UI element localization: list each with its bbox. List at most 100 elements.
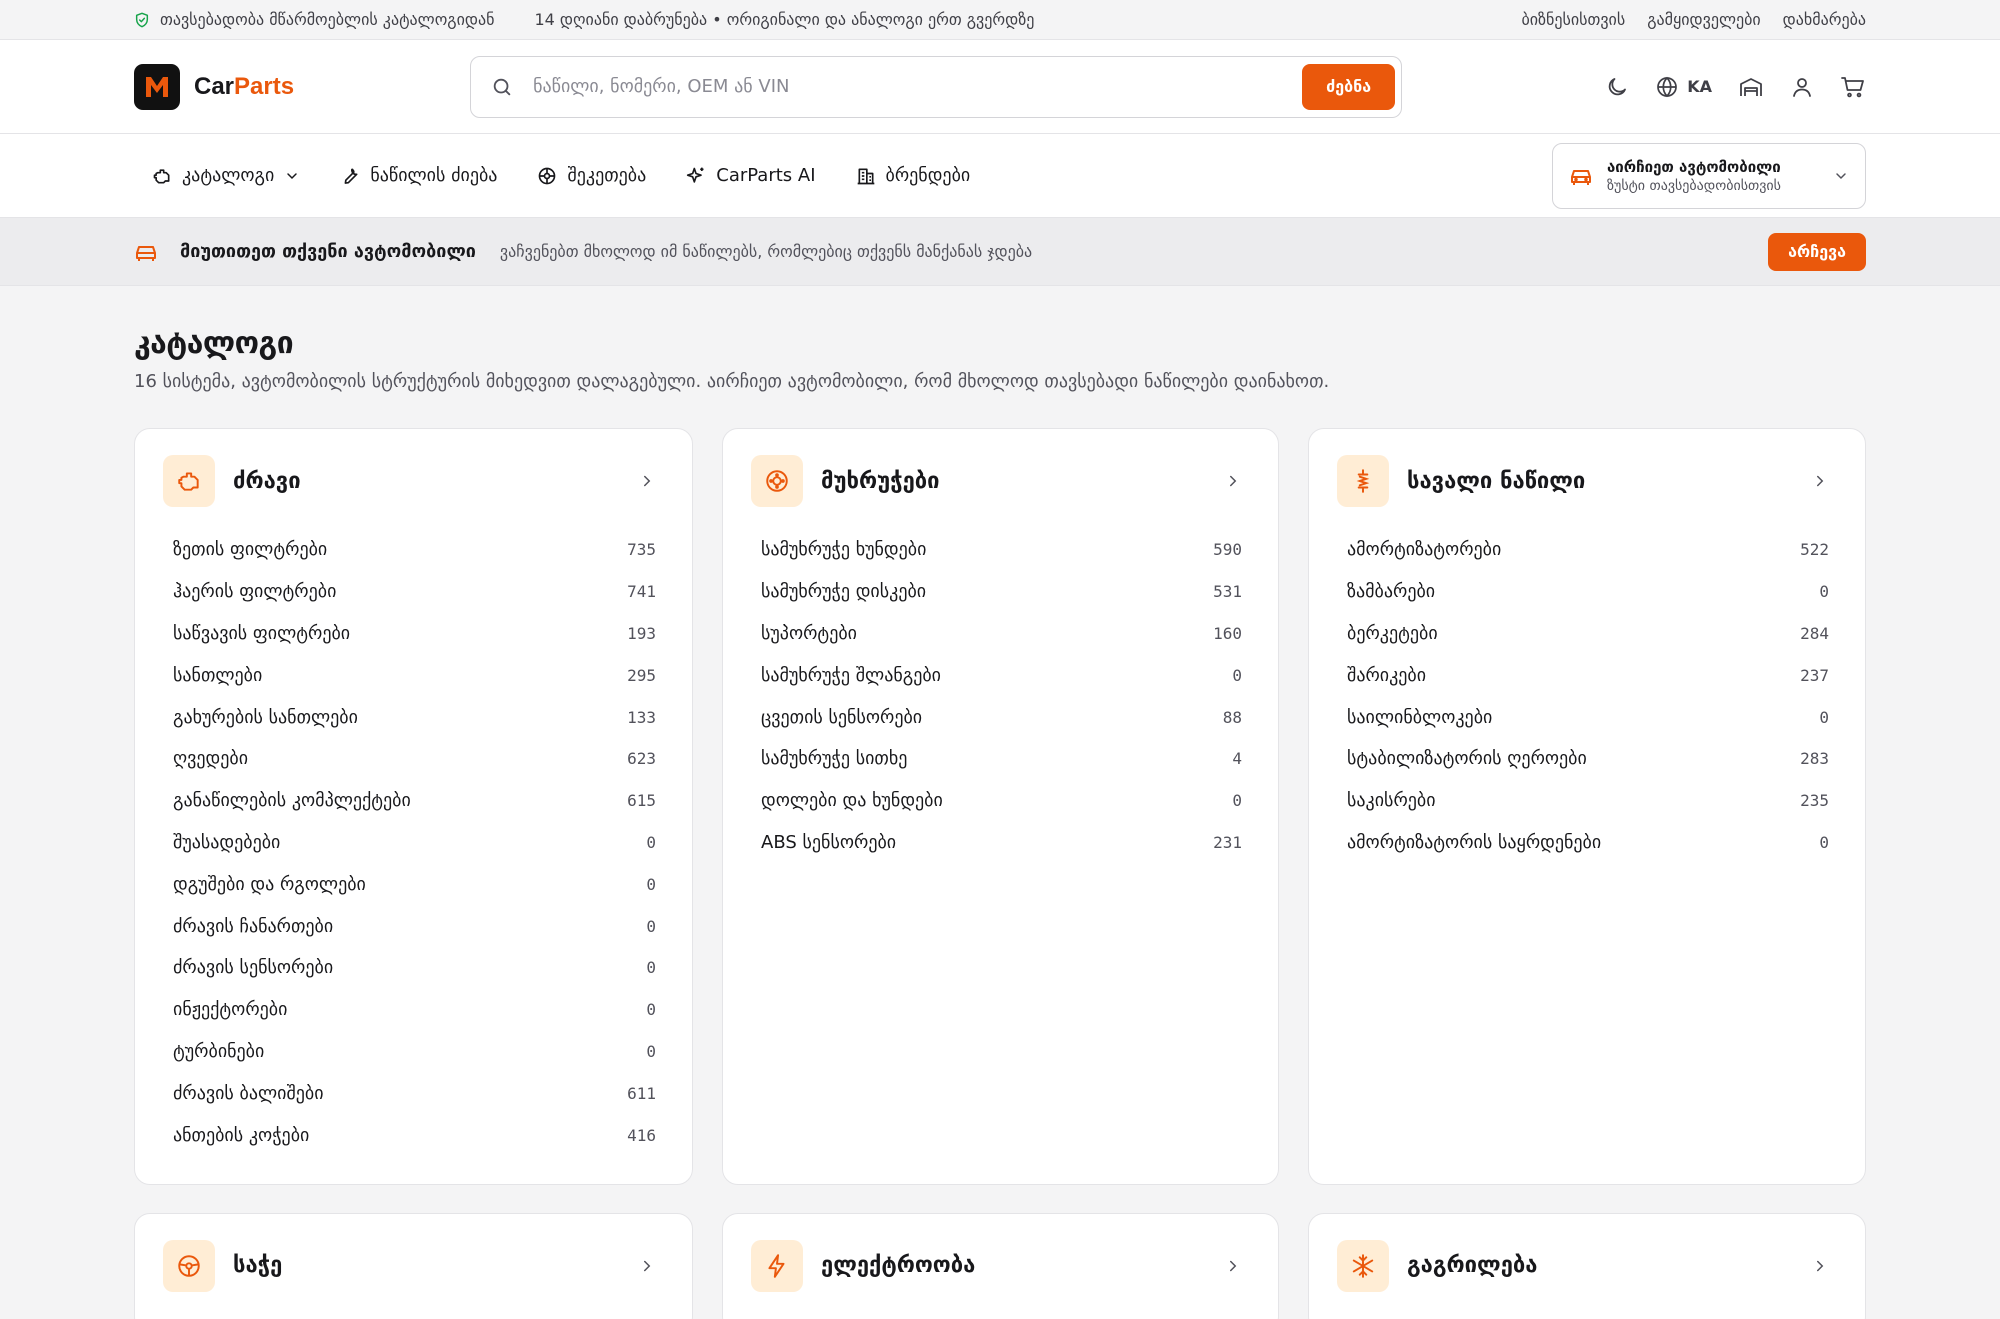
subcategory-item[interactable]: დოლები და ხუნდები 0	[751, 780, 1250, 822]
logo-mark-icon	[134, 63, 180, 110]
brake-disc-icon	[751, 455, 803, 507]
sparkle-icon	[686, 166, 706, 186]
subcategory-count: 0	[646, 916, 656, 936]
subcategory-count: 615	[627, 791, 656, 811]
subcategory-name: სამუხრუჭე დისკები	[761, 581, 927, 603]
nav-catalog-label: კატალოგი	[182, 165, 275, 186]
logo-text: CarParts	[194, 72, 295, 100]
subcategory-item[interactable]: სამუხრუჭე ხუნდები 590	[751, 529, 1250, 571]
subcategory-count: 0	[1819, 707, 1829, 727]
building-icon	[856, 166, 876, 186]
subcategory-count: 590	[1213, 540, 1242, 560]
subcategory-item[interactable]: საწვავის ფილტრები 193	[163, 613, 664, 655]
chevron-right-icon[interactable]	[638, 472, 656, 490]
category-card-electrical[interactable]: ელექტროობა	[722, 1212, 1279, 1319]
subcategory-item[interactable]: ინჟექტორები 0	[163, 989, 664, 1031]
subcategory-item[interactable]: გახურების სანთლები 133	[163, 696, 664, 738]
subcategory-item[interactable]: ბერკეტები 284	[1337, 613, 1837, 655]
subcategory-name: ზეთის ფილტრები	[173, 539, 328, 561]
subcategory-item[interactable]: შარიკები 237	[1337, 654, 1837, 696]
subcategory-count: 416	[627, 1125, 656, 1145]
subcategory-item[interactable]: ცვეთის სენსორები 88	[751, 696, 1250, 738]
category-card-steering[interactable]: საჭე	[134, 1212, 693, 1319]
link-sellers[interactable]: გამყიდველები	[1647, 10, 1760, 29]
subcategory-item[interactable]: საკისრები 235	[1337, 780, 1837, 822]
category-title: გაგრილება	[1407, 1253, 1538, 1279]
subcategory-item[interactable]: ძრავის ჩანართები 0	[163, 905, 664, 947]
subcategory-item[interactable]: სამუხრუჭე დისკები 531	[751, 571, 1250, 613]
select-vehicle-button[interactable]: არჩევა	[1768, 232, 1866, 271]
search-button[interactable]: ძებნა	[1302, 63, 1396, 110]
category-card-suspension[interactable]: სავალი ნაწილი ამორტიზატორები 522 ზამბარები…	[1308, 428, 1866, 1185]
vehicle-banner-title: მიუთითეთ თქვენი ავტომობილი	[180, 241, 476, 262]
nav-brands-label: ბრენდები	[885, 165, 971, 186]
category-card-engine[interactable]: ძრავი ზეთის ფილტრები 735 ჰაერის ფილტრები 74…	[134, 428, 693, 1185]
link-help[interactable]: დახმარება	[1783, 10, 1866, 29]
subcategory-item[interactable]: განაწილების კომპლექტები 615	[163, 780, 664, 822]
subcategory-item[interactable]: ღვედები 623	[163, 738, 664, 780]
subcategory-item[interactable]: სტაბილიზატორის ღეროები 283	[1337, 738, 1837, 780]
subcategory-item[interactable]: სამუხრუჭე სითხე 4	[751, 738, 1250, 780]
subcategory-item[interactable]: სამუხრუჭე შლანგები 0	[751, 654, 1250, 696]
subcategory-name: ჰაერის ფილტრები	[173, 581, 337, 603]
subcategory-count: 623	[627, 749, 656, 769]
subcategory-item[interactable]: ABS სენსორები 231	[751, 822, 1250, 864]
nav-brands[interactable]: ბრენდები	[856, 165, 971, 186]
subcategory-item[interactable]: საილინბლოკები 0	[1337, 696, 1837, 738]
chevron-right-icon[interactable]	[1224, 472, 1242, 490]
logo[interactable]: CarParts	[134, 63, 295, 110]
engine-icon	[163, 455, 215, 507]
nav-repair[interactable]: შეკეთება	[537, 165, 646, 186]
link-business[interactable]: ბიზნესისთვის	[1521, 10, 1625, 29]
user-icon[interactable]	[1790, 75, 1814, 99]
subcategory-item[interactable]: სუპორტები 160	[751, 613, 1250, 655]
subcategory-item[interactable]: დგუშები და რგოლები 0	[163, 863, 664, 905]
subcategory-count: 231	[1213, 832, 1242, 852]
vehicle-selector[interactable]: აირჩიეთ ავტომობილი ზუსტი თავსებადობისთვი…	[1552, 142, 1866, 209]
subcategory-item[interactable]: ამორტიზატორის საყრდენები 0	[1337, 822, 1837, 864]
nav-part-search-label: ნაწილის ძიება	[370, 165, 498, 186]
subcategory-count: 235	[1800, 791, 1829, 811]
suspension-icon	[1337, 455, 1389, 507]
category-card-brakes[interactable]: მუხრუჭები სამუხრუჭე ხუნდები 590 სამუხრუჭე …	[722, 428, 1279, 1185]
subcategory-item[interactable]: შუასადებები 0	[163, 822, 664, 864]
subcategory-item[interactable]: ძრავის ბალიშები 611	[163, 1072, 664, 1114]
subcategory-name: საწვავის ფილტრები	[173, 622, 351, 644]
chevron-right-icon[interactable]	[1224, 1257, 1242, 1275]
subcategory-item[interactable]: ზეთის ფილტრები 735	[163, 529, 664, 571]
subcategory-item[interactable]: ანთების კოჭები 416	[163, 1114, 664, 1156]
chevron-right-icon[interactable]	[1811, 472, 1829, 490]
wrench-icon	[340, 166, 360, 186]
nav-part-search[interactable]: ნაწილის ძიება	[340, 165, 497, 186]
nav-ai[interactable]: CarParts AI	[686, 165, 816, 186]
subcategory-name: დგუშები და რგოლები	[173, 873, 366, 895]
chevron-down-icon	[284, 168, 300, 184]
subcategory-item[interactable]: ამორტიზატორები 522	[1337, 529, 1837, 571]
subcategory-item[interactable]: სანთლები 295	[163, 654, 664, 696]
subcategory-name: განაწილების კომპლექტები	[173, 790, 411, 812]
subcategory-count: 0	[646, 958, 656, 978]
nav-catalog[interactable]: კატალოგი	[152, 165, 300, 186]
subcategory-item[interactable]: ზამბარები 0	[1337, 571, 1837, 613]
language-code: KA	[1687, 77, 1712, 96]
main-nav: კატალოგი ნაწილის ძიება შეკეთება CarParts…	[0, 134, 2000, 218]
subcategory-item[interactable]: ტურბინები 0	[163, 1031, 664, 1073]
nav-repair-label: შეკეთება	[567, 165, 647, 186]
subcategory-item[interactable]: ჰაერის ფილტრები 741	[163, 571, 664, 613]
search-icon	[491, 76, 513, 98]
subcategory-name: სამუხრუჭე შლანგები	[761, 664, 941, 686]
subcategory-name: ზამბარები	[1347, 581, 1436, 603]
search-input[interactable]	[533, 76, 1303, 97]
chevron-right-icon[interactable]	[638, 1257, 656, 1275]
subcategory-name: ღვედები	[173, 748, 249, 770]
chevron-down-icon	[1833, 168, 1849, 184]
language-switcher[interactable]: KA	[1655, 75, 1712, 99]
garage-icon[interactable]	[1738, 75, 1764, 99]
category-card-cooling[interactable]: გაგრილება	[1308, 1212, 1866, 1319]
subcategory-name: ABS სენსორები	[761, 831, 897, 853]
car-icon	[134, 241, 158, 263]
chevron-right-icon[interactable]	[1811, 1257, 1829, 1275]
subcategory-item[interactable]: ძრავის სენსორები 0	[163, 947, 664, 989]
moon-icon[interactable]	[1605, 75, 1629, 99]
cart-icon[interactable]	[1840, 75, 1866, 99]
